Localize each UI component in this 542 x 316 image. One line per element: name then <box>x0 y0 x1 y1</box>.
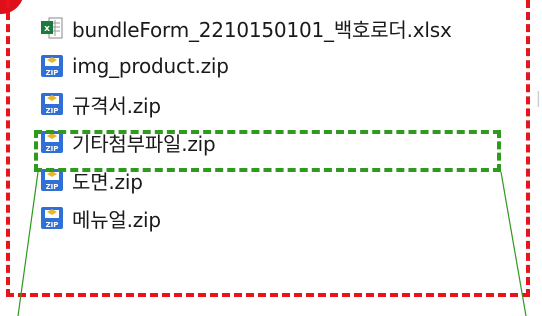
callout-lines <box>17 171 527 316</box>
callout-line-right <box>500 171 527 316</box>
file-list-screenshot: ㅣ x bundleForm_2210150101_백호로더.xlsx ZIP … <box>0 0 542 316</box>
callout-line-left <box>17 171 39 316</box>
